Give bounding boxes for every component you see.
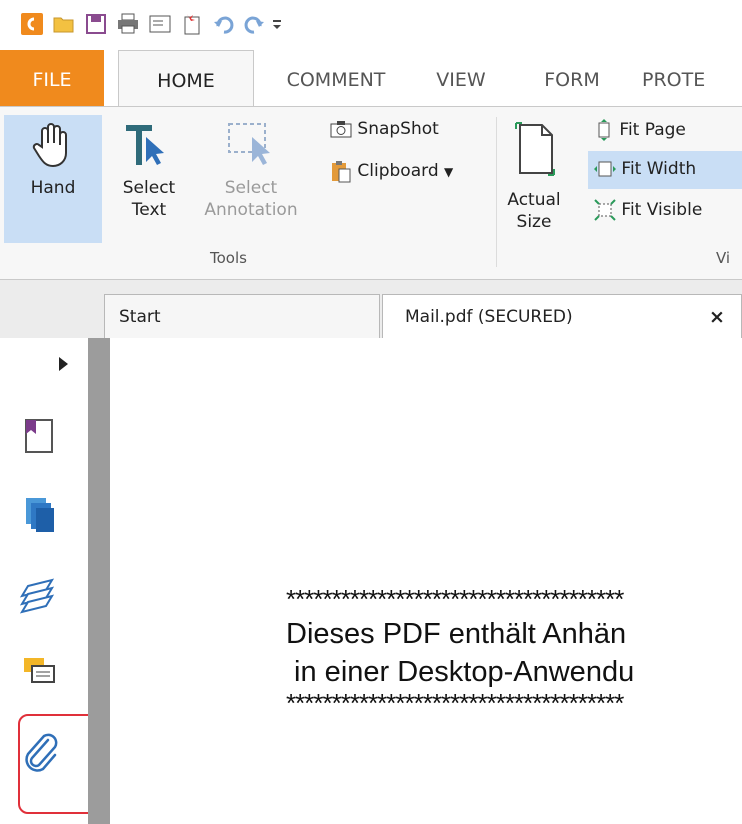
- select-annotation-button[interactable]: Select Annotation: [192, 115, 310, 243]
- hand-tool-label: Hand: [30, 178, 76, 198]
- clipboard-dropdown-arrow-icon[interactable]: ▼: [444, 165, 453, 179]
- fit-page-button[interactable]: Fit Page: [594, 119, 686, 141]
- tab-view[interactable]: VIEW: [422, 50, 500, 106]
- print-icon[interactable]: [116, 12, 140, 36]
- fit-page-icon: [598, 119, 610, 141]
- clipboard-button[interactable]: Clipboard ▼: [330, 159, 453, 183]
- select-text-label-line2: Text: [131, 200, 167, 220]
- expand-arrow-icon[interactable]: [56, 356, 70, 372]
- ribbon-tab-bar: FILE HOME COMMENT VIEW FORM PROTE: [0, 50, 742, 107]
- pages-icon[interactable]: [18, 492, 62, 536]
- undo-icon[interactable]: [212, 12, 236, 36]
- tab-protect[interactable]: PROTE: [642, 50, 742, 106]
- document-stars-top: *************************************: [286, 584, 624, 614]
- document-text-line1: Dieses PDF enthält Anhän: [286, 618, 627, 650]
- document-stars-bottom: *************************************: [286, 688, 624, 718]
- select-annotation-label-line2: Annotation: [204, 200, 298, 220]
- fit-visible-icon: [594, 199, 616, 221]
- actual-size-label-line2: Size: [516, 212, 552, 232]
- doc-tab-mail-pdf[interactable]: Mail.pdf (SECURED) ×: [382, 294, 742, 338]
- select-annotation-icon: [228, 123, 270, 165]
- camera-icon: [330, 121, 352, 138]
- fit-visible-label: Fit Visible: [621, 200, 703, 220]
- bookmark-icon[interactable]: [18, 414, 62, 458]
- close-tab-icon[interactable]: ×: [709, 295, 725, 339]
- comments-icon[interactable]: [18, 650, 62, 694]
- quick-access-toolbar: [0, 0, 742, 50]
- navigation-panel: [0, 338, 136, 824]
- fit-visible-button[interactable]: Fit Visible: [594, 199, 702, 221]
- view-group-label: Vi: [716, 249, 731, 267]
- ribbon-panel: Hand Select Text Select Annotation SnapS…: [0, 106, 742, 280]
- panel-splitter[interactable]: [88, 338, 110, 824]
- document-view[interactable]: ************************************* Di…: [110, 338, 742, 824]
- select-text-label-line1: Select: [122, 178, 176, 198]
- tab-comment[interactable]: COMMENT: [276, 50, 396, 106]
- document-properties-icon[interactable]: [148, 12, 172, 36]
- snapshot-button[interactable]: SnapShot: [330, 119, 439, 139]
- open-folder-icon[interactable]: [52, 12, 76, 36]
- select-text-button[interactable]: Select Text: [106, 115, 192, 243]
- fit-width-icon: [594, 161, 616, 177]
- customize-dropdown-icon[interactable]: [270, 12, 284, 36]
- tab-form[interactable]: FORM: [528, 50, 616, 106]
- select-annotation-label-line1: Select: [224, 178, 278, 198]
- doc-tab-mail-pdf-label: Mail.pdf (SECURED): [405, 307, 573, 327]
- document-tab-bar: Start Mail.pdf (SECURED) ×: [0, 280, 742, 338]
- select-text-icon: [126, 125, 164, 165]
- ribbon-group-divider: [496, 117, 497, 267]
- doc-tab-start-label: Start: [119, 307, 161, 327]
- hand-tool-button[interactable]: Hand: [4, 115, 102, 243]
- tools-group-label: Tools: [210, 249, 247, 267]
- clipboard-label: Clipboard: [357, 161, 439, 181]
- app-logo-icon[interactable]: [20, 12, 44, 36]
- new-document-icon[interactable]: [180, 12, 204, 36]
- fit-width-label: Fit Width: [621, 159, 697, 179]
- hand-icon: [32, 123, 67, 168]
- actual-size-label-line1: Actual: [507, 190, 561, 210]
- snapshot-label: SnapShot: [357, 119, 439, 139]
- actual-size-button[interactable]: Actual Size: [506, 115, 562, 243]
- tab-file[interactable]: FILE: [0, 50, 104, 106]
- tab-home[interactable]: HOME: [118, 50, 254, 107]
- layers-icon[interactable]: [18, 572, 62, 616]
- save-icon[interactable]: [84, 12, 108, 36]
- actual-size-icon: [515, 122, 555, 176]
- document-text-line2: in einer Desktop-Anwendu: [286, 656, 635, 688]
- clipboard-icon: [332, 161, 351, 183]
- fit-width-button[interactable]: Fit Width: [594, 159, 696, 179]
- fit-page-label: Fit Page: [619, 120, 686, 140]
- redo-icon[interactable]: [242, 12, 266, 36]
- doc-tab-start[interactable]: Start: [104, 294, 380, 338]
